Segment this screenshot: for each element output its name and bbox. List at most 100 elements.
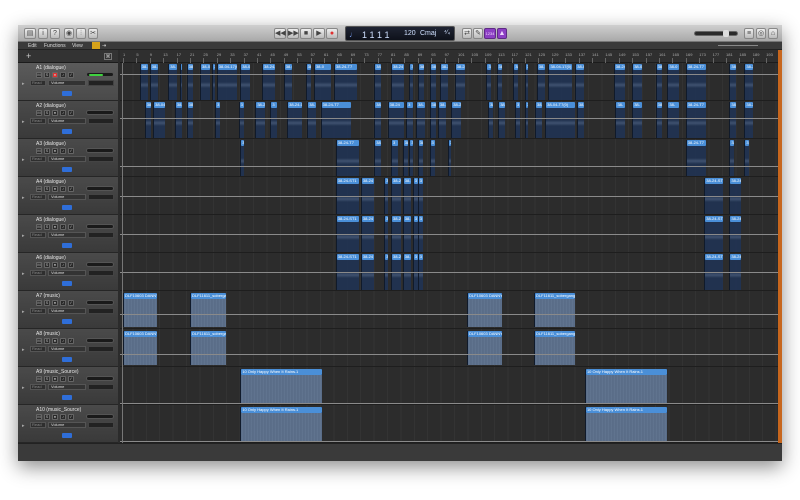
mute-button[interactable]: M <box>36 262 42 268</box>
audio-region[interactable]: 38- <box>729 64 737 100</box>
track-name[interactable]: A6 (dialogue) <box>36 255 66 261</box>
automation-line[interactable] <box>120 165 778 167</box>
disclosure-icon[interactable]: ▸ <box>22 119 25 125</box>
track-lane[interactable]: 38-24-ST138-24338-2438-3338-24-ST138-24 <box>120 215 778 253</box>
solo-button[interactable]: S <box>44 300 50 306</box>
solo-button[interactable]: S <box>44 186 50 192</box>
audio-region[interactable]: 38-24-1 <box>262 64 276 100</box>
audio-region[interactable]: DLF11611_sobergang <box>190 331 226 365</box>
audio-region[interactable]: 38- <box>186 102 194 138</box>
automation-value-field[interactable] <box>88 384 114 390</box>
play-button[interactable]: ▶ <box>313 28 325 39</box>
track-header[interactable]: A9 (music_Source) MS ● ♪ ✓ ▸ Read Volume <box>18 367 118 405</box>
track-lock-button[interactable]: ✓ <box>68 262 74 268</box>
audio-region[interactable]: 38-04 <box>153 102 165 138</box>
audio-region[interactable]: 38-04-T7(0) <box>545 102 576 138</box>
automation-value-field[interactable] <box>88 194 114 200</box>
audio-region[interactable]: 3 <box>744 140 750 176</box>
input-monitor-button[interactable]: ♪ <box>60 414 66 420</box>
audio-region[interactable]: DLF11611_sobergang <box>190 293 226 327</box>
solo-button[interactable]: S <box>44 262 50 268</box>
solo-button[interactable]: S <box>44 110 50 116</box>
automation-line[interactable] <box>120 353 778 355</box>
audio-region[interactable]: 38-0 <box>575 64 584 100</box>
track-lock-button[interactable]: ✓ <box>68 300 74 306</box>
level-meter[interactable] <box>86 224 114 229</box>
track-header[interactable]: A10 (music_Source) MS ● ♪ ✓ ▸ Read Volume <box>18 405 118 443</box>
input-monitor-button[interactable]: ♪ <box>60 300 66 306</box>
audio-region[interactable] <box>179 64 182 100</box>
track-lock-button[interactable]: ✓ <box>68 224 74 230</box>
audio-region[interactable]: 38- <box>486 64 492 100</box>
automation-parameter-select[interactable]: Volume <box>48 308 86 314</box>
track-lock-button[interactable]: ✓ <box>68 376 74 382</box>
audio-region[interactable]: 3 <box>270 102 278 138</box>
automation-button[interactable] <box>62 205 72 210</box>
project-end-marker[interactable] <box>778 50 782 443</box>
automation-parameter-select[interactable]: Volume <box>48 80 86 86</box>
arrange-area[interactable]: 38-38-38-38-38-04338-04-17(0)38-038-24-1… <box>120 63 778 443</box>
view-menu[interactable]: View <box>72 43 83 49</box>
audio-region[interactable]: 38-0 <box>240 64 251 100</box>
automation-parameter-select[interactable]: Volume <box>48 346 86 352</box>
audio-region[interactable]: 3 <box>406 102 413 138</box>
audio-region[interactable]: DLF11611_sobergang <box>534 293 576 327</box>
automation-value-field[interactable] <box>88 270 114 276</box>
audio-region[interactable]: 3 <box>429 140 435 176</box>
automation-value-field[interactable] <box>88 232 114 238</box>
automation-mode-select[interactable]: Read <box>30 384 46 390</box>
level-meter[interactable] <box>86 414 114 419</box>
audio-region[interactable]: 38- <box>305 64 311 100</box>
automation-mode-select[interactable]: Read <box>30 232 46 238</box>
mixer-icon[interactable]: ⫶ <box>76 28 86 39</box>
audio-region[interactable]: 38- <box>374 64 381 100</box>
audio-region[interactable]: 3 <box>215 102 221 138</box>
inspector-icon[interactable]: i <box>38 28 48 39</box>
audio-region[interactable]: 38-04-17(0) <box>548 64 572 100</box>
audio-region[interactable]: 38-24-T7 <box>685 64 706 100</box>
audio-region[interactable]: 3 <box>238 102 244 138</box>
track-lane[interactable]: 38-38-38-38-38-04338-04-17(0)38-038-24-1… <box>120 63 778 101</box>
input-monitor-button[interactable]: ♪ <box>60 376 66 382</box>
functions-menu[interactable]: Functions <box>44 43 66 49</box>
lcd-key[interactable]: Cmaj <box>420 30 436 37</box>
ruler[interactable]: 1 5 9 13 17 21 25 29 33 37 41 45 49 53 57 61 65 69 73 77 81 8… <box>120 50 778 63</box>
audio-region[interactable]: 38-24-0 <box>287 102 303 138</box>
level-meter[interactable] <box>86 338 114 343</box>
audio-region[interactable]: 38- <box>496 64 502 100</box>
audio-region[interactable]: 10 Only Happy When It Rains.1 <box>240 369 322 403</box>
automation-parameter-select[interactable]: Volume <box>48 422 86 428</box>
audio-region[interactable]: 38-0 <box>313 64 331 100</box>
automation-button[interactable] <box>62 357 72 362</box>
automation-button[interactable] <box>62 243 72 248</box>
list-editors-icon[interactable]: ≡ <box>744 28 754 39</box>
track-lock-button[interactable]: ✓ <box>68 110 74 116</box>
track-header[interactable]: A6 (dialogue) MS ● ♪ ✓ ▸ Read Volume <box>18 253 118 291</box>
audio-region[interactable]: 38-24 <box>454 64 465 100</box>
snap-icon[interactable] <box>92 42 100 49</box>
track-header[interactable]: A5 (dialogue) MS ● ♪ ✓ ▸ Read Volume <box>18 215 118 253</box>
level-meter[interactable] <box>86 148 114 153</box>
audio-region[interactable]: 38- <box>536 64 546 100</box>
disclosure-icon[interactable]: ▸ <box>22 195 25 201</box>
automation-value-field[interactable] <box>88 422 114 428</box>
track-name[interactable]: A9 (music_Source) <box>36 369 79 375</box>
level-meter[interactable] <box>86 72 114 77</box>
audio-region[interactable]: 38- <box>307 102 316 138</box>
audio-region[interactable]: 3 <box>514 102 520 138</box>
playhead[interactable] <box>122 63 123 443</box>
automation-line[interactable] <box>120 313 778 315</box>
record-button[interactable]: ● <box>326 28 338 39</box>
automation-button[interactable] <box>62 281 72 286</box>
audio-region[interactable]: 38- <box>429 64 437 100</box>
automation-mode-select[interactable]: Read <box>30 118 46 124</box>
solo-button[interactable]: S <box>44 376 50 382</box>
track-name[interactable]: A8 (music) <box>36 331 60 337</box>
automation-mode-select[interactable]: Read <box>30 346 46 352</box>
editors-icon[interactable]: ✂ <box>88 28 98 39</box>
track-lane[interactable]: 10 Only Happy When It Rains.1 10 Only Hap… <box>120 367 778 405</box>
add-track-button[interactable]: + <box>26 51 31 61</box>
input-monitor-button[interactable]: ♪ <box>60 338 66 344</box>
track-header[interactable]: A1 (dialogue) MS ● ♪ ✓ ▸ Read Volume <box>18 63 118 101</box>
solo-button[interactable]: S <box>44 148 50 154</box>
